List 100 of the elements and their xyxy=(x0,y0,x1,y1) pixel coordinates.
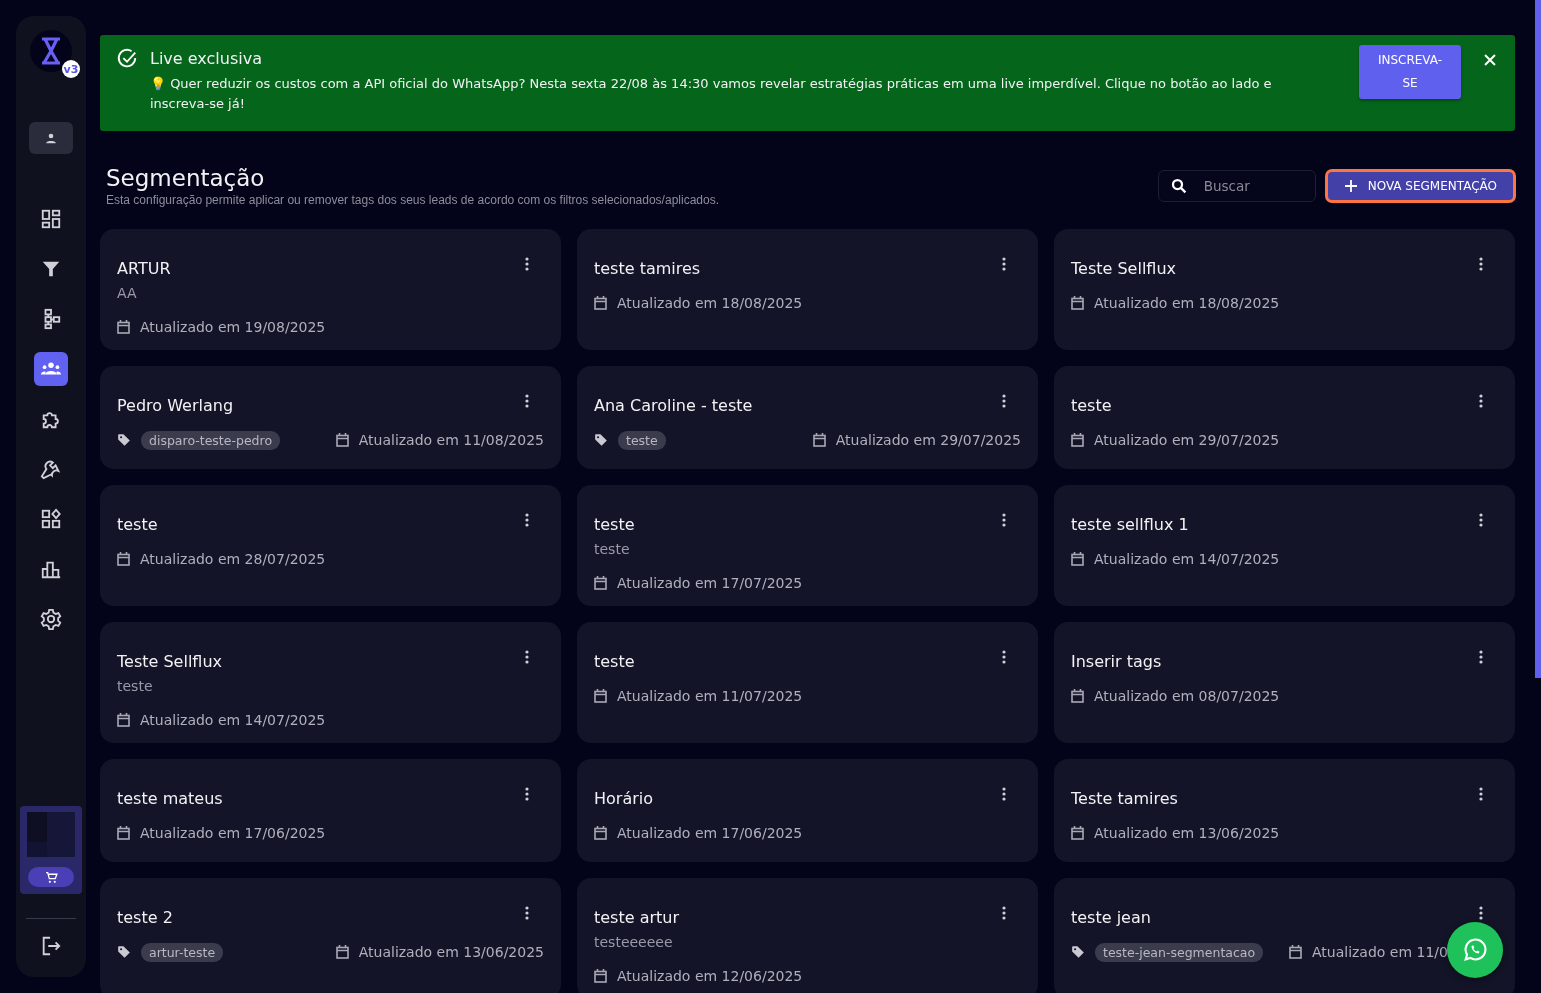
segment-name: teste 2 xyxy=(117,907,173,929)
calendar-icon xyxy=(117,826,130,840)
more-options-button[interactable] xyxy=(523,512,531,528)
logout-icon xyxy=(40,935,62,957)
calendar-icon xyxy=(594,826,607,840)
search-field[interactable]: Buscar xyxy=(1157,170,1316,202)
segment-description: testeeeeee xyxy=(594,933,673,952)
new-segmentation-button[interactable]: NOVA SEGMENTAÇÃO xyxy=(1325,170,1515,202)
tag-chip: disparo-teste-pedro xyxy=(141,430,281,450)
segment-card[interactable]: Ana Caroline - teste teste Atualizado em 29/07/2025 xyxy=(577,366,1038,469)
segment-card[interactable]: Inserir tags Atualizado em 08/07/2025 xyxy=(1054,622,1515,743)
cart-button[interactable] xyxy=(28,867,74,887)
more-options-button[interactable] xyxy=(1000,393,1008,409)
user-nav-button[interactable] xyxy=(29,122,73,154)
updated-date: Atualizado em 14/07/2025 xyxy=(1094,550,1280,569)
calendar-icon xyxy=(335,945,349,959)
tag-icon xyxy=(117,433,131,447)
close-icon xyxy=(1483,53,1497,67)
segment-name: Teste tamires xyxy=(1071,788,1178,810)
tag-chip: teste-jean-segmentacao xyxy=(1095,942,1264,962)
segment-name: Inserir tags xyxy=(1071,651,1162,673)
banner-title: Live exclusiva xyxy=(150,49,263,68)
cart-icon xyxy=(44,870,58,884)
updated-date: Atualizado em 17/06/2025 xyxy=(140,824,326,843)
more-options-button[interactable] xyxy=(1477,393,1485,409)
tag-icon xyxy=(594,433,608,447)
subscribe-button[interactable]: INSCREVA-SE xyxy=(1359,45,1461,99)
more-options-icon xyxy=(525,787,529,801)
segment-card[interactable]: Horário Atualizado em 17/06/2025 xyxy=(577,759,1038,862)
segment-card[interactable]: teste jean teste-jean-segmentacao Atualizado em 11/0 xyxy=(1054,878,1515,993)
search-icon xyxy=(1169,177,1188,195)
updated-date: Atualizado em 28/07/2025 xyxy=(140,550,326,569)
version-badge: v3 xyxy=(62,60,80,78)
segment-card[interactable]: teste mateus Atualizado em 17/06/2025 xyxy=(100,759,561,862)
gear-icon xyxy=(40,608,62,630)
updated-date: Atualizado em 08/07/2025 xyxy=(1094,687,1280,706)
calendar-icon xyxy=(117,320,130,334)
segment-card[interactable]: Pedro Werlang disparo-teste-pedro Atualizado em 11/08/2025 xyxy=(100,366,561,469)
segment-card[interactable]: teste Atualizado em 28/07/2025 xyxy=(100,485,561,606)
updated-date: Atualizado em 17/06/2025 xyxy=(617,824,803,843)
scrollbar[interactable] xyxy=(1535,0,1541,678)
segment-name: Teste Sellflux xyxy=(117,651,222,673)
calendar-icon xyxy=(117,713,130,727)
segment-card[interactable]: teste Atualizado em 29/07/2025 xyxy=(1054,366,1515,469)
updated-date: Atualizado em 29/07/2025 xyxy=(835,431,1021,450)
segment-card[interactable]: teste tamires Atualizado em 18/08/2025 xyxy=(577,229,1038,350)
segment-name: Teste Sellflux xyxy=(1071,258,1176,280)
calendar-icon xyxy=(335,433,349,447)
more-options-button[interactable] xyxy=(1477,256,1485,272)
more-options-button[interactable] xyxy=(1000,786,1008,802)
segment-card[interactable]: teste artur testeeeeee Atualizado em 12/06/2025 xyxy=(577,878,1038,993)
segment-card[interactable]: ARTUR AA Atualizado em 19/08/2025 xyxy=(100,229,561,350)
updated-date: Atualizado em 11/07/2025 xyxy=(617,687,803,706)
segment-description: teste xyxy=(594,540,630,559)
more-options-button[interactable] xyxy=(523,393,531,409)
more-options-button[interactable] xyxy=(1000,512,1008,528)
updated-date: Atualizado em 13/06/2025 xyxy=(358,943,544,962)
segment-card[interactable]: Teste Sellflux teste Atualizado em 14/07/2025 xyxy=(100,622,561,743)
segment-name: teste artur xyxy=(594,907,680,929)
segment-card[interactable]: teste sellflux 1 Atualizado em 14/07/2025 xyxy=(1054,485,1515,606)
tag-icon xyxy=(117,945,131,959)
more-options-icon xyxy=(525,906,529,920)
more-options-icon xyxy=(525,394,529,408)
more-options-icon xyxy=(1479,394,1483,408)
more-options-button[interactable] xyxy=(1000,905,1008,921)
tag-chip: teste xyxy=(618,430,666,450)
more-options-button[interactable] xyxy=(523,649,531,665)
segment-card[interactable]: teste teste Atualizado em 17/07/2025 xyxy=(577,485,1038,606)
page-description: Esta configuração permite aplicar ou remover tags dos seus leads de acordo com os filtros selecionados/aplicados. xyxy=(106,193,720,207)
calendar-icon xyxy=(1288,945,1302,959)
updated-date: Atualizado em 19/08/2025 xyxy=(140,318,326,337)
segment-card[interactable]: Teste Sellflux Atualizado em 18/08/2025 xyxy=(1054,229,1515,350)
segment-name: teste xyxy=(117,514,158,536)
more-options-icon xyxy=(1479,906,1483,920)
more-options-button[interactable] xyxy=(1000,649,1008,665)
groups-nav-button[interactable] xyxy=(34,352,68,386)
more-options-button[interactable] xyxy=(523,905,531,921)
segment-card[interactable]: teste 2 artur-teste Atualizado em 13/06/2025 xyxy=(100,878,561,993)
segment-name: ARTUR xyxy=(117,258,171,280)
updated-date: Atualizado em 12/06/2025 xyxy=(617,967,803,986)
segment-name: teste xyxy=(1071,395,1112,417)
more-options-button[interactable] xyxy=(1477,512,1485,528)
more-options-icon xyxy=(1479,257,1483,271)
segment-name: Ana Caroline - teste xyxy=(594,395,753,417)
segment-card[interactable]: teste Atualizado em 11/07/2025 xyxy=(577,622,1038,743)
more-options-button[interactable] xyxy=(523,256,531,272)
more-options-icon xyxy=(525,650,529,664)
plus-icon xyxy=(1343,179,1358,193)
more-options-button[interactable] xyxy=(523,786,531,802)
more-options-button[interactable] xyxy=(1477,786,1485,802)
widgets-icon xyxy=(40,508,62,530)
segment-card[interactable]: Teste tamires Atualizado em 13/06/2025 xyxy=(1054,759,1515,862)
more-options-button[interactable] xyxy=(1000,256,1008,272)
more-options-button[interactable] xyxy=(1477,905,1485,921)
segment-name: teste tamires xyxy=(594,258,701,280)
more-options-icon xyxy=(1002,906,1006,920)
more-options-button[interactable] xyxy=(1477,649,1485,665)
calendar-icon xyxy=(1071,689,1084,703)
segment-description: AA xyxy=(117,284,137,303)
more-options-icon xyxy=(525,513,529,527)
